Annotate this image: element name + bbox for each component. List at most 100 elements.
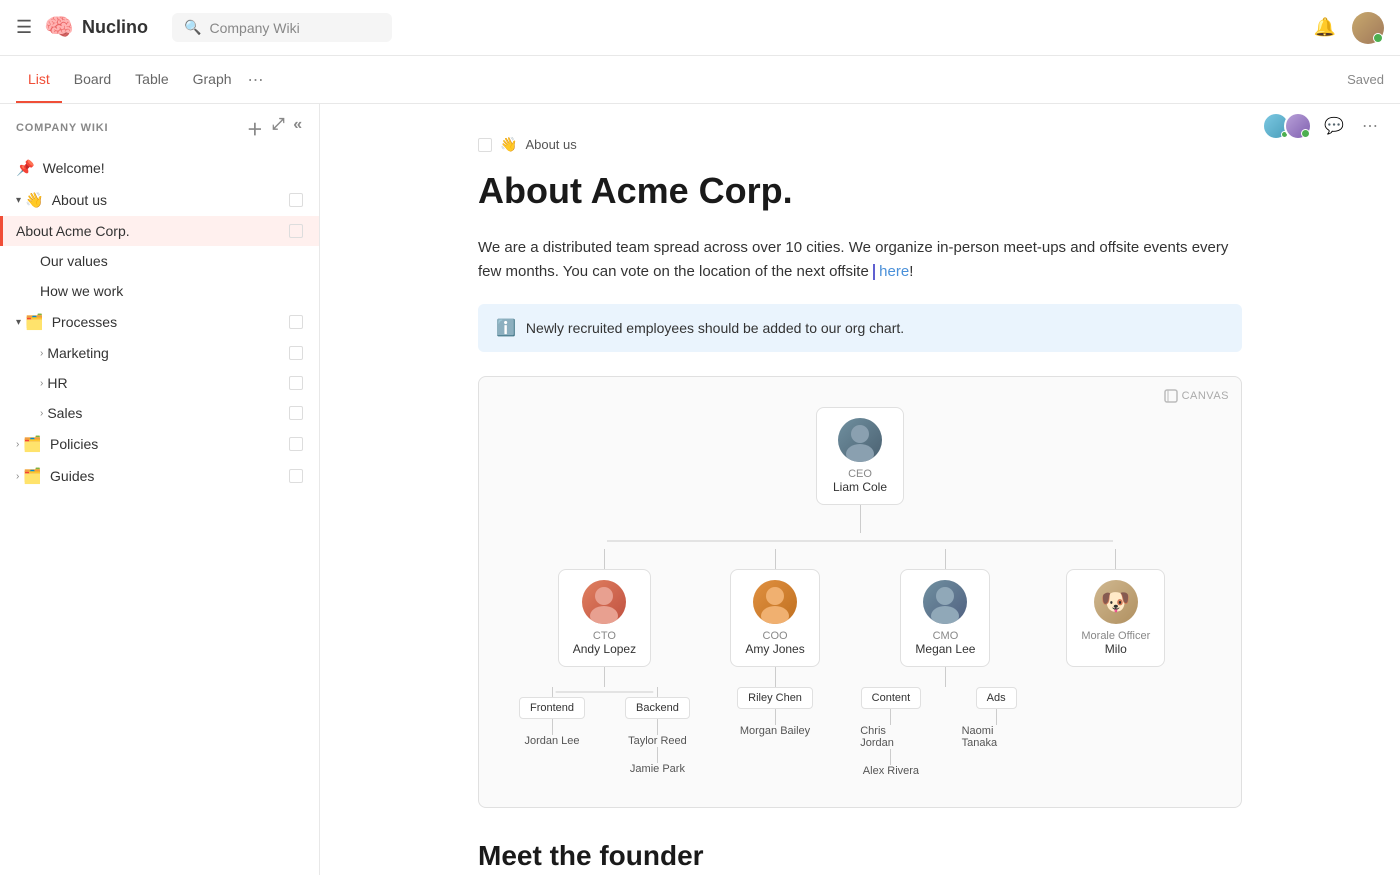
sidebar-item-label: Sales — [47, 405, 289, 421]
tab-list[interactable]: List — [16, 57, 62, 103]
sidebar-item-welcome[interactable]: 📌 Welcome! — [0, 152, 319, 184]
item-checkbox[interactable] — [289, 315, 303, 329]
ads-node: Ads Naomi Tanaka — [962, 687, 1031, 777]
sidebar-item-hr[interactable]: › HR — [0, 368, 319, 398]
item-checkbox[interactable] — [289, 437, 303, 451]
collapse-icon[interactable]: « — [293, 116, 303, 140]
here-link[interactable]: here — [879, 263, 909, 280]
sidebar-item-about-us[interactable]: ▾ 👋 About us — [0, 184, 319, 216]
coo-avatar — [753, 580, 797, 624]
sidebar-item-policies[interactable]: › 🗂️ Policies — [0, 428, 319, 460]
more-options-icon[interactable]: ⋯ — [1356, 112, 1384, 140]
riley-line — [775, 709, 776, 725]
item-checkbox[interactable] — [289, 406, 303, 420]
cto-avatar — [582, 580, 626, 624]
item-checkbox[interactable] — [289, 376, 303, 390]
notification-bell-icon[interactable]: 🔔 — [1314, 17, 1336, 38]
sidebar-item-label: Welcome! — [43, 160, 303, 176]
cto-card: CTO Andy Lopez — [558, 569, 651, 667]
taylor-reed: Taylor Reed — [628, 735, 687, 747]
sidebar-item-processes[interactable]: ▾ 🗂️ Processes — [0, 306, 319, 338]
collaborator-avatar-2[interactable] — [1284, 112, 1312, 140]
riley-label: Riley Chen — [737, 687, 813, 709]
tab-board[interactable]: Board — [62, 57, 123, 103]
cmo-role: CMO — [933, 630, 959, 642]
more-views-icon[interactable]: ⋯ — [248, 70, 264, 90]
sidebar-item-how-we-work[interactable]: How we work — [0, 276, 319, 306]
item-checkbox[interactable] — [289, 224, 303, 238]
page-title: About Acme Corp. — [478, 169, 1242, 212]
frontend-node: Frontend Jordan Lee — [519, 687, 585, 775]
sidebar-item-about-acme[interactable]: About Acme Corp. — [0, 216, 319, 246]
cmo-branch: CMO Megan Lee Content — [860, 549, 1030, 777]
milo-avatar: 🐶 — [1094, 580, 1138, 624]
milo-branch: 🐶 Morale Officer Milo — [1031, 549, 1201, 667]
canvas-icon — [1164, 389, 1178, 403]
cmo-avatar — [923, 580, 967, 624]
ceo-card: CEO Liam Cole — [816, 407, 904, 505]
chevron-right-icon: › — [40, 378, 43, 389]
main-area: COMPANY WIKI ＋ ⤢ « 📌 Welcome! ▾ 👋 About … — [0, 104, 1400, 875]
tab-table[interactable]: Table — [123, 57, 180, 103]
item-checkbox[interactable] — [289, 469, 303, 483]
backend-label: Backend — [625, 697, 690, 719]
content-top-actions: 💬 ⋯ — [1262, 112, 1384, 140]
content-label: Content — [861, 687, 922, 709]
top-bar: ☰ 🧠 Nuclino 🔍 Company Wiki 🔔 — [0, 0, 1400, 56]
chevron-right-icon: › — [40, 348, 43, 359]
riley-node: Riley Chen Morgan Bailey — [737, 687, 813, 737]
sidebar-item-label: Policies — [50, 436, 289, 452]
sidebar-item-our-values[interactable]: Our values — [0, 246, 319, 276]
cmo-line-up — [945, 549, 946, 569]
ads-label: Ads — [976, 687, 1017, 709]
item-checkbox[interactable] — [289, 346, 303, 360]
meet-founder-title: Meet the founder — [478, 840, 1242, 872]
ceo-line-down — [860, 505, 861, 533]
logo[interactable]: 🧠 Nuclino — [44, 13, 148, 42]
chevron-right-icon: › — [16, 439, 19, 450]
sidebar-item-label: Marketing — [47, 345, 289, 361]
ceo-role: CEO — [848, 468, 872, 480]
sidebar-item-sales[interactable]: › Sales — [0, 398, 319, 428]
sidebar-header: COMPANY WIKI ＋ ⤢ « — [0, 104, 319, 152]
breadcrumb-checkbox[interactable] — [478, 138, 492, 152]
chevron-down-icon: ▾ — [16, 317, 21, 328]
pin-icon: 📌 — [16, 159, 35, 177]
body-text-end: ! — [909, 263, 913, 280]
cmo-children: Content Chris Jordan Alex Rivera — [860, 687, 1030, 777]
cmo-line-down — [945, 667, 946, 687]
item-checkbox[interactable] — [289, 193, 303, 207]
online-indicator — [1303, 131, 1310, 138]
wave-icon: 👋 — [25, 191, 44, 209]
saved-status: Saved — [1347, 72, 1384, 87]
ceo-name: Liam Cole — [833, 480, 887, 494]
search-bar[interactable]: 🔍 Company Wiki — [172, 13, 392, 42]
sidebar-item-marketing[interactable]: › Marketing — [0, 338, 319, 368]
app-name: Nuclino — [82, 17, 148, 38]
sidebar-item-label: HR — [47, 375, 289, 391]
body-paragraph-1: We are a distributed team spread across … — [478, 236, 1242, 284]
sidebar-item-label: Our values — [40, 253, 303, 269]
ceo-avatar — [838, 418, 882, 462]
expand-icon[interactable]: ⤢ — [272, 116, 286, 140]
user-avatar[interactable] — [1352, 12, 1384, 44]
cto-avatar-image — [582, 580, 626, 624]
chevron-right-icon: › — [16, 471, 19, 482]
canvas-label: CANVAS — [1164, 389, 1229, 403]
backend-node: Backend Taylor Reed Jamie Park — [625, 687, 690, 775]
comment-icon[interactable]: 💬 — [1320, 112, 1348, 140]
milo-name: Milo — [1105, 642, 1127, 656]
add-item-icon[interactable]: ＋ — [247, 116, 264, 140]
sidebar-item-label: Guides — [50, 468, 289, 484]
body-text-1: We are a distributed team spread across … — [478, 239, 1228, 280]
h-connector — [519, 533, 1201, 549]
content-line2 — [890, 749, 891, 765]
folder-icon: 🗂️ — [23, 435, 42, 453]
tab-graph[interactable]: Graph — [181, 57, 244, 103]
info-box: ℹ️ Newly recruited employees should be a… — [478, 304, 1242, 352]
sidebar-item-guides[interactable]: › 🗂️ Guides — [0, 460, 319, 492]
menu-icon[interactable]: ☰ — [16, 17, 32, 38]
content-scroll: 👋 About us About Acme Corp. We are a dis… — [320, 104, 1400, 875]
breadcrumb-emoji: 👋 — [500, 136, 517, 153]
milo-role: Morale Officer — [1081, 630, 1150, 642]
